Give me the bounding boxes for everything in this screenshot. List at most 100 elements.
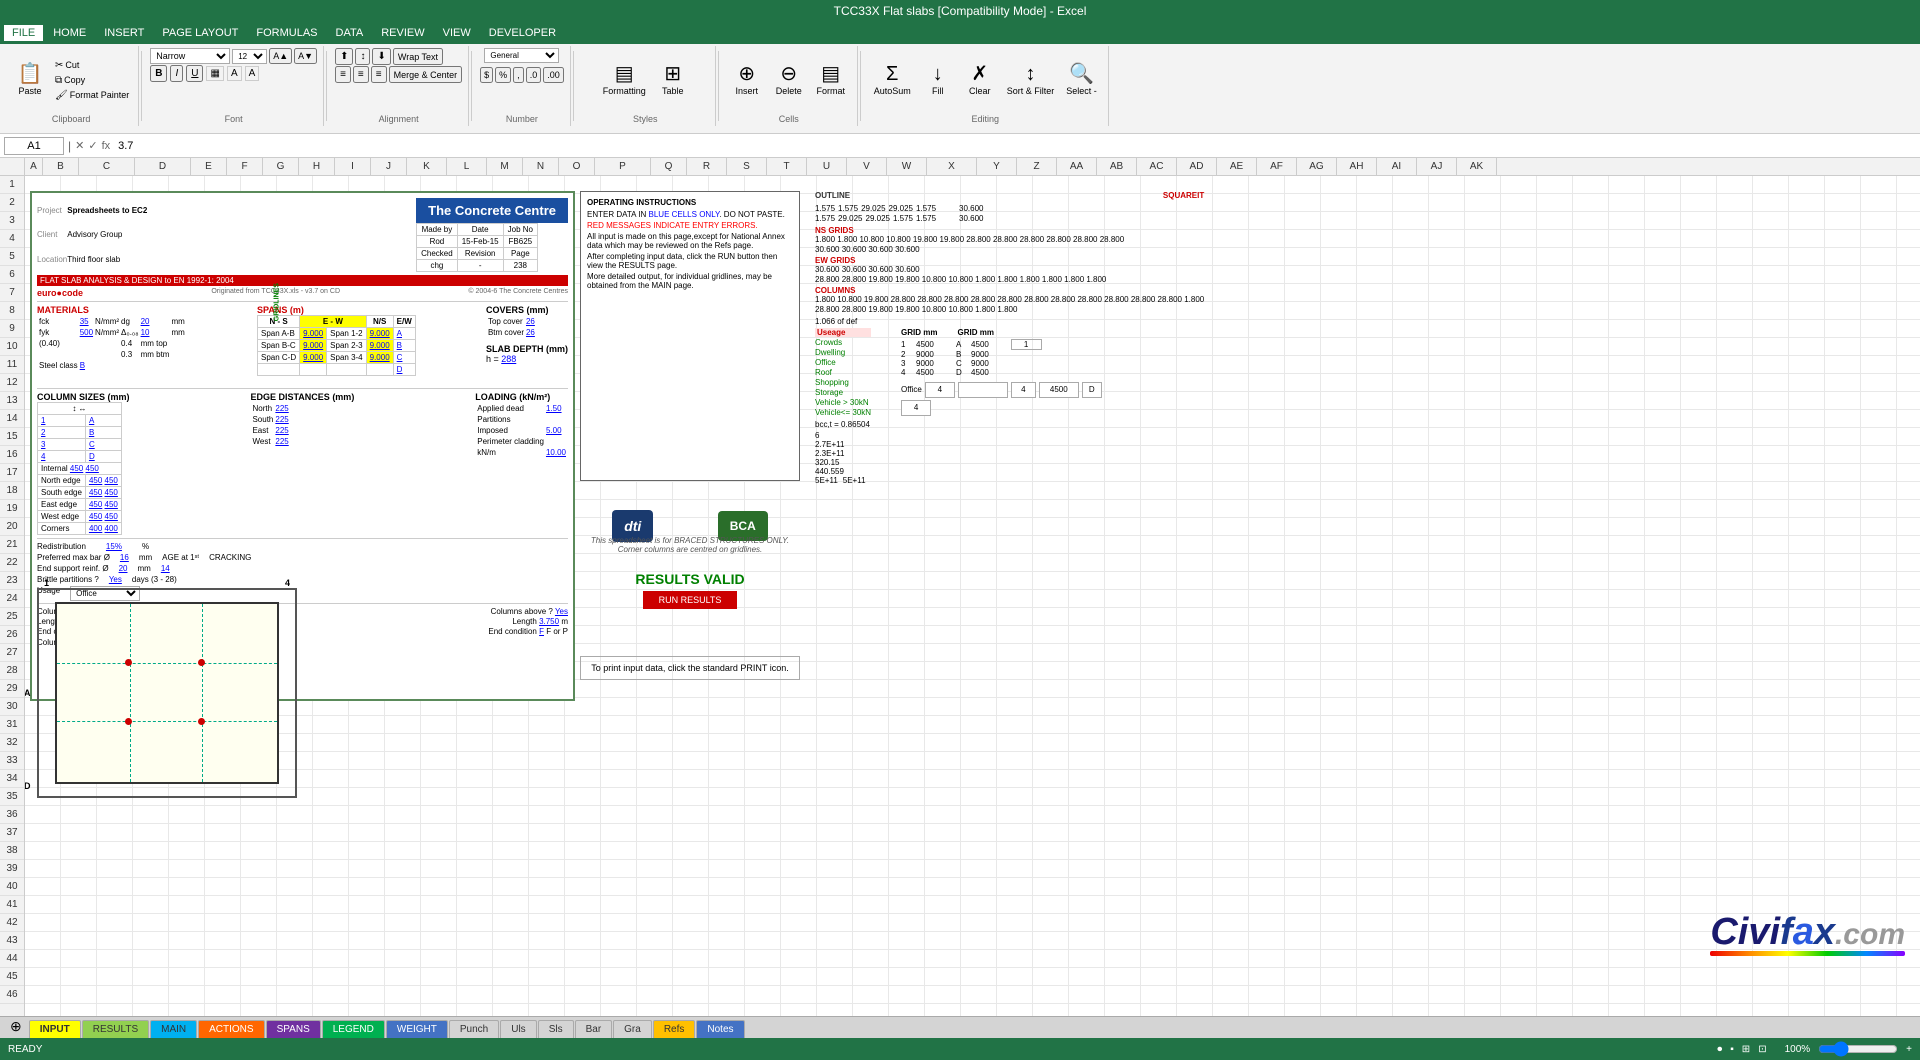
- col-header-e[interactable]: E: [191, 158, 227, 175]
- col-header-ad[interactable]: AD: [1177, 158, 1217, 175]
- row-38[interactable]: 38: [0, 842, 24, 860]
- sort-filter-button[interactable]: ↕ Sort & Filter: [1002, 61, 1060, 99]
- col-header-u[interactable]: U: [807, 158, 847, 175]
- align-left-button[interactable]: ≡: [335, 66, 351, 83]
- fill-button[interactable]: ↓ Fill: [918, 61, 958, 99]
- col-west-edge[interactable]: 450: [89, 512, 102, 521]
- merge-center-button[interactable]: Merge & Center: [389, 66, 463, 83]
- cancel-formula-button[interactable]: ✕: [75, 139, 84, 152]
- usage-office[interactable]: Office: [815, 358, 871, 367]
- col-corners-1[interactable]: 400: [89, 524, 102, 533]
- percent-button[interactable]: %: [495, 67, 511, 83]
- insert-button[interactable]: ⊕ Insert: [727, 61, 767, 99]
- col-header-o[interactable]: O: [559, 158, 595, 175]
- align-middle-button[interactable]: ↕: [355, 48, 370, 65]
- selected-grid-4500[interactable]: 4500: [1039, 382, 1079, 398]
- usage-crowds[interactable]: Crowds: [815, 338, 871, 347]
- perimeter-cladding-val[interactable]: 10.00: [546, 448, 566, 457]
- col-header-k[interactable]: K: [407, 158, 447, 175]
- col-header-w[interactable]: W: [887, 158, 927, 175]
- row-15[interactable]: 15: [0, 428, 24, 446]
- col-header-h[interactable]: H: [299, 158, 335, 175]
- span-34-ew[interactable]: C: [393, 352, 415, 364]
- top-cover[interactable]: 26: [526, 317, 535, 326]
- row-26[interactable]: 26: [0, 626, 24, 644]
- col-east-edge[interactable]: 450: [89, 500, 102, 509]
- row-22[interactable]: 22: [0, 554, 24, 572]
- row-27[interactable]: 27: [0, 644, 24, 662]
- cell-reference-input[interactable]: A1: [4, 137, 64, 155]
- col-header-m[interactable]: M: [487, 158, 523, 175]
- tab-actions[interactable]: ACTIONS: [198, 1020, 264, 1038]
- page-layout-view-button[interactable]: ⊞: [1742, 1044, 1750, 1055]
- col-south-edge[interactable]: 450: [89, 488, 102, 497]
- ec-above-val[interactable]: F: [539, 627, 544, 636]
- row-33[interactable]: 33: [0, 752, 24, 770]
- row-18[interactable]: 18: [0, 482, 24, 500]
- usage-vehicle30le[interactable]: Vehicle<= 30kN: [815, 408, 871, 417]
- row-43[interactable]: 43: [0, 932, 24, 950]
- col-internal-val[interactable]: 450: [70, 464, 83, 473]
- row-21[interactable]: 21: [0, 536, 24, 554]
- usage-vehicle30[interactable]: Vehicle > 30kN: [815, 398, 871, 407]
- row-39[interactable]: 39: [0, 860, 24, 878]
- span-34[interactable]: 9.000: [366, 352, 393, 364]
- menu-home[interactable]: HOME: [45, 25, 94, 41]
- row-10[interactable]: 10: [0, 338, 24, 356]
- brittle-val[interactable]: Yes: [109, 575, 122, 584]
- span-23-ew[interactable]: B: [393, 340, 415, 352]
- col-header-p[interactable]: P: [595, 158, 651, 175]
- menu-developer[interactable]: DEVELOPER: [481, 25, 564, 41]
- usage-storage[interactable]: Storage: [815, 388, 871, 397]
- autosum-button[interactable]: Σ AutoSum: [869, 61, 916, 99]
- row-42[interactable]: 42: [0, 914, 24, 932]
- col-header-ae[interactable]: AE: [1217, 158, 1257, 175]
- row-3[interactable]: 3: [0, 212, 24, 230]
- delete-button[interactable]: ⊖ Delete: [769, 61, 809, 99]
- col-header-af[interactable]: AF: [1257, 158, 1297, 175]
- row-19[interactable]: 19: [0, 500, 24, 518]
- font-increase-button[interactable]: A▲: [269, 48, 292, 64]
- wrap-text-button[interactable]: Wrap Text: [393, 48, 443, 65]
- col-header-ac[interactable]: AC: [1137, 158, 1177, 175]
- fyk-value[interactable]: 500: [80, 328, 93, 337]
- row-5[interactable]: 5: [0, 248, 24, 266]
- col-header-z[interactable]: Z: [1017, 158, 1057, 175]
- align-right-button[interactable]: ≡: [371, 66, 387, 83]
- insert-function-button[interactable]: fx: [102, 140, 111, 152]
- cols-above-length[interactable]: 3.750: [539, 617, 559, 626]
- col-header-y[interactable]: Y: [977, 158, 1017, 175]
- selected-grid-d[interactable]: D: [1082, 382, 1102, 398]
- span-bc-ns[interactable]: 9.000: [300, 340, 327, 352]
- col-internal-a[interactable]: A: [85, 415, 121, 427]
- format-button[interactable]: ▤ Format: [811, 61, 851, 99]
- usage-dwelling[interactable]: Dwelling: [815, 348, 871, 357]
- row-11[interactable]: 11: [0, 356, 24, 374]
- imposed-value[interactable]: 5.00: [546, 426, 566, 435]
- col-header-ab[interactable]: AB: [1097, 158, 1137, 175]
- col-header-l[interactable]: L: [447, 158, 487, 175]
- col-header-ai[interactable]: AI: [1377, 158, 1417, 175]
- cracking-val[interactable]: 14: [161, 564, 170, 573]
- col-header-i[interactable]: I: [335, 158, 371, 175]
- menu-data[interactable]: DATA: [328, 25, 372, 41]
- row-20[interactable]: 20: [0, 518, 24, 536]
- edge-south[interactable]: 225: [275, 415, 288, 424]
- row-37[interactable]: 37: [0, 824, 24, 842]
- tab-results[interactable]: RESULTS: [82, 1020, 149, 1038]
- tab-uls[interactable]: Uls: [500, 1020, 536, 1038]
- steel-class-value[interactable]: B: [80, 361, 93, 370]
- menu-page-layout[interactable]: PAGE LAYOUT: [154, 25, 246, 41]
- row-14[interactable]: 14: [0, 410, 24, 428]
- row-2[interactable]: 2: [0, 194, 24, 212]
- row-4[interactable]: 4: [0, 230, 24, 248]
- paste-button[interactable]: 📋 Paste: [10, 61, 50, 99]
- format-as-table-button[interactable]: ⊞ Table: [653, 61, 693, 99]
- copy-button[interactable]: ⧉ Copy: [52, 74, 132, 87]
- col-header-ah[interactable]: AH: [1337, 158, 1377, 175]
- row-24[interactable]: 24: [0, 590, 24, 608]
- menu-insert[interactable]: INSERT: [96, 25, 152, 41]
- tab-legend[interactable]: LEGEND: [322, 1020, 385, 1038]
- menu-view[interactable]: VIEW: [435, 25, 479, 41]
- end-support-val[interactable]: 20: [119, 564, 128, 573]
